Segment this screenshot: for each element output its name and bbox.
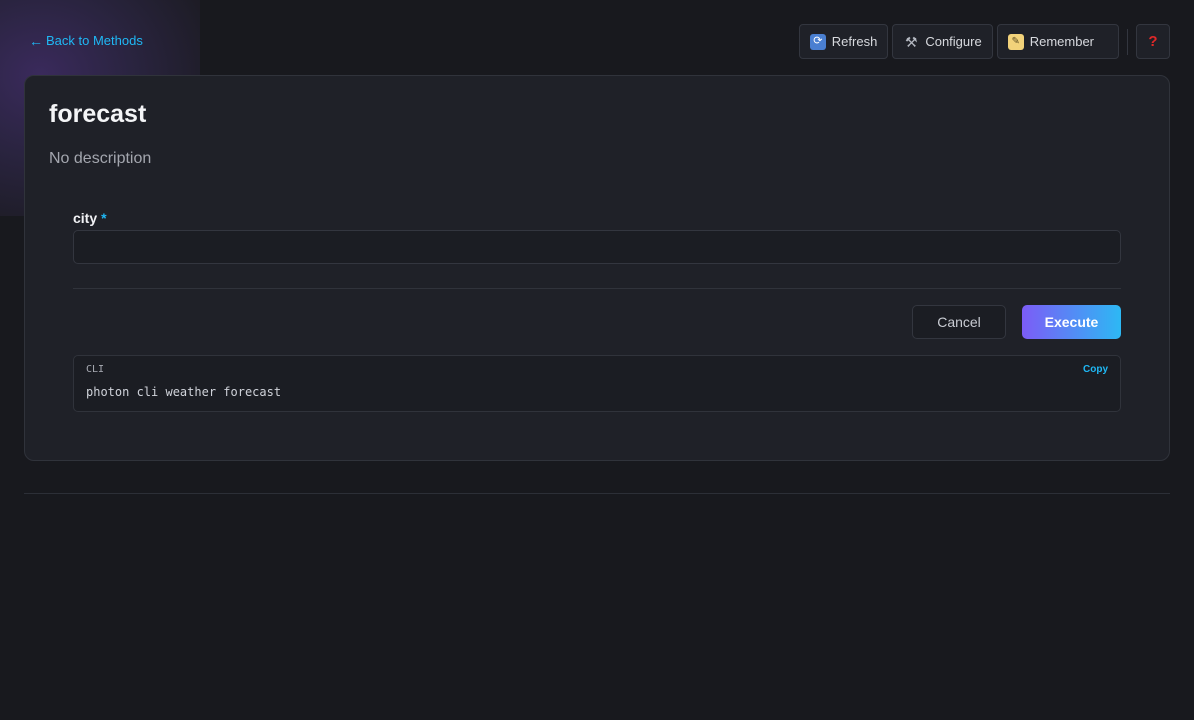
execute-button[interactable]: Execute — [1022, 305, 1121, 339]
refresh-button[interactable]: ⟳ Refresh — [798, 24, 889, 59]
method-card: forecast No description city * Cancel Exe… — [24, 75, 1170, 461]
bottom-divider — [24, 493, 1170, 494]
memo-icon: ✎ — [1007, 33, 1024, 50]
configure-label: Configure — [925, 34, 982, 49]
toolbar: ⟳ Refresh ⚒ Configure ✎ Remember ? — [798, 24, 1170, 59]
back-to-methods-link[interactable]: ← Back to Methods — [29, 33, 143, 48]
wrench-icon: ⚒ — [905, 33, 918, 50]
help-button[interactable]: ? — [1136, 24, 1170, 59]
toolbar-separator — [1127, 28, 1128, 55]
cli-panel: CLI Copy photon cli weather forecast — [73, 355, 1121, 412]
method-title: forecast — [49, 100, 147, 128]
back-arrow-icon: ← — [29, 32, 43, 49]
top-bar: ← Back to Methods ⟳ Refresh ⚒ Configure … — [0, 0, 1194, 76]
cli-command: photon cli weather forecast — [86, 385, 282, 399]
copy-button[interactable]: Copy — [1083, 364, 1108, 375]
city-input[interactable] — [73, 230, 1121, 264]
refresh-icon: ⟳ — [809, 33, 826, 50]
required-marker: * — [101, 210, 107, 226]
cli-label: CLI — [86, 364, 105, 375]
remember-label: Remember — [1029, 34, 1094, 49]
city-field-label: city * — [73, 210, 107, 226]
configure-button[interactable]: ⚒ Configure — [892, 24, 993, 59]
form-divider — [73, 288, 1121, 289]
refresh-label: Refresh — [831, 34, 878, 49]
help-icon: ? — [1148, 33, 1158, 50]
city-label-text: city — [73, 210, 98, 226]
back-link-label: Back to Methods — [46, 33, 143, 48]
remember-button[interactable]: ✎ Remember — [996, 24, 1119, 59]
cancel-button[interactable]: Cancel — [912, 305, 1006, 339]
method-description: No description — [49, 150, 152, 167]
